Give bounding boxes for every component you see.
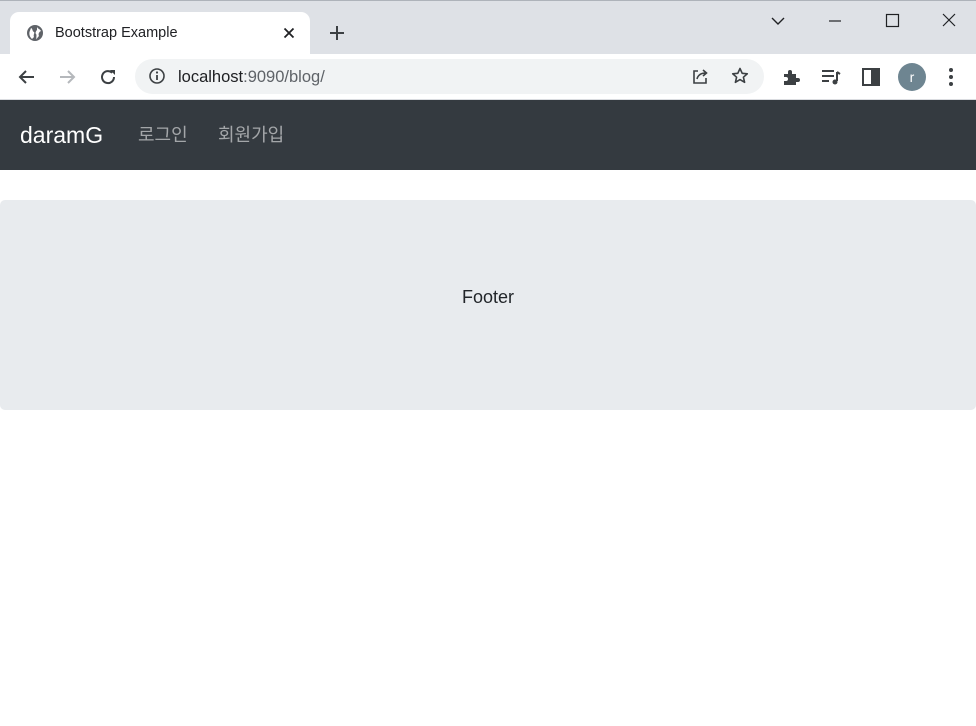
minimize-icon[interactable] — [823, 10, 847, 32]
url-host: localhost — [178, 68, 244, 86]
side-panel-icon[interactable] — [860, 66, 882, 88]
menu-icon[interactable] — [940, 66, 962, 88]
back-icon[interactable] — [16, 66, 38, 88]
reading-list-icon[interactable] — [820, 66, 842, 88]
maximize-icon[interactable] — [880, 10, 904, 32]
browser-tab[interactable]: Bootstrap Example — [10, 12, 310, 55]
extensions-icon[interactable] — [780, 66, 802, 88]
navbar: daramG 로그인 회원가입 — [0, 100, 976, 170]
address-bar[interactable]: localhost:9090/blog/ — [135, 59, 764, 94]
navbar-brand[interactable]: daramG — [20, 120, 103, 150]
tab-close-icon[interactable] — [281, 25, 297, 41]
profile-avatar[interactable]: r — [898, 63, 926, 91]
nav-link-login[interactable]: 로그인 — [138, 122, 188, 148]
tab-title: Bootstrap Example — [55, 25, 178, 41]
info-icon[interactable] — [147, 66, 167, 86]
tab-search-icon[interactable] — [766, 10, 790, 32]
tab-strip: Bootstrap Example — [0, 0, 976, 55]
share-icon[interactable] — [690, 66, 710, 86]
forward-icon[interactable] — [56, 66, 78, 88]
close-icon[interactable] — [937, 10, 961, 32]
browser-toolbar: localhost:9090/blog/ r — [0, 54, 976, 100]
nav-link-signup[interactable]: 회원가입 — [218, 122, 284, 148]
globe-icon — [27, 25, 43, 41]
footer: Footer — [0, 200, 976, 410]
url-path: :9090/blog/ — [243, 68, 325, 86]
reload-icon[interactable] — [97, 66, 119, 88]
footer-text: Footer — [461, 287, 515, 307]
url-text[interactable]: localhost:9090/blog/ — [178, 67, 325, 87]
star-icon[interactable] — [730, 66, 750, 86]
new-tab-icon[interactable] — [327, 23, 347, 43]
